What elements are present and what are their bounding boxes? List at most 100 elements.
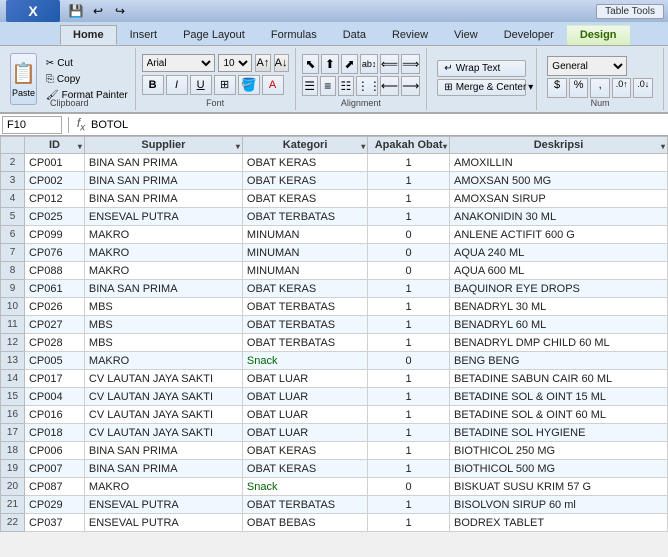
cell-apakah-obat[interactable]: 0: [368, 226, 450, 244]
cell-supplier[interactable]: BINA SAN PRIMA: [84, 172, 242, 190]
tab-page-layout[interactable]: Page Layout: [170, 25, 258, 45]
cell-deskripsi[interactable]: BENADRYL 60 ML: [449, 316, 667, 334]
cell-kategori[interactable]: OBAT LUAR: [242, 406, 367, 424]
align-top-left-button[interactable]: ⬉: [302, 54, 320, 74]
cell-apakah-obat[interactable]: 1: [368, 172, 450, 190]
cell-supplier[interactable]: BINA SAN PRIMA: [84, 190, 242, 208]
cell-apakah-obat[interactable]: 1: [368, 154, 450, 172]
tab-view[interactable]: View: [441, 25, 491, 45]
align-top-right-button[interactable]: ⬈: [341, 54, 359, 74]
cell-deskripsi[interactable]: BENADRYL 30 ML: [449, 298, 667, 316]
filter-arrow-a[interactable]: ▾: [78, 142, 82, 151]
cell-apakah-obat[interactable]: 0: [368, 262, 450, 280]
filter-arrow-e[interactable]: ▾: [661, 142, 665, 151]
cell-kategori[interactable]: OBAT LUAR: [242, 370, 367, 388]
cell-supplier[interactable]: MBS: [84, 298, 242, 316]
cell-deskripsi[interactable]: BISKUAT SUSU KRIM 57 G: [449, 478, 667, 496]
align-top-center-button[interactable]: ⬆: [321, 54, 339, 74]
cell-kategori[interactable]: OBAT TERBATAS: [242, 208, 367, 226]
tab-data[interactable]: Data: [330, 25, 379, 45]
cell-apakah-obat[interactable]: 1: [368, 460, 450, 478]
cell-apakah-obat[interactable]: 1: [368, 442, 450, 460]
cell-reference-input[interactable]: [2, 116, 62, 134]
formula-input[interactable]: [91, 119, 666, 131]
cell-kategori[interactable]: Snack: [242, 352, 367, 370]
cell-apakah-obat[interactable]: 0: [368, 478, 450, 496]
row-number[interactable]: 4: [1, 190, 25, 208]
dollar-button[interactable]: $: [547, 78, 567, 98]
row-number[interactable]: 16: [1, 406, 25, 424]
col-header-a[interactable]: ID ▾: [24, 137, 84, 154]
cell-supplier[interactable]: BINA SAN PRIMA: [84, 154, 242, 172]
cell-kategori[interactable]: OBAT KERAS: [242, 442, 367, 460]
row-number[interactable]: 2: [1, 154, 25, 172]
cell-apakah-obat[interactable]: 1: [368, 424, 450, 442]
cell-kategori[interactable]: OBAT LUAR: [242, 388, 367, 406]
row-number[interactable]: 7: [1, 244, 25, 262]
cell-supplier[interactable]: ENSEVAL PUTRA: [84, 208, 242, 226]
cell-deskripsi[interactable]: BIOTHICOL 500 MG: [449, 460, 667, 478]
row-number[interactable]: 18: [1, 442, 25, 460]
cell-kategori[interactable]: OBAT TERBATAS: [242, 334, 367, 352]
tab-developer[interactable]: Developer: [491, 25, 567, 45]
cell-supplier[interactable]: MAKRO: [84, 352, 242, 370]
align-center-button[interactable]: ≡: [320, 76, 336, 96]
indent-increase-button[interactable]: ⟹: [401, 54, 420, 74]
cell-supplier[interactable]: MAKRO: [84, 226, 242, 244]
cell-deskripsi[interactable]: BETADINE SABUN CAIR 60 ML: [449, 370, 667, 388]
cell-id[interactable]: CP029: [24, 496, 84, 514]
align-left-button[interactable]: ☰: [302, 76, 318, 96]
cell-id[interactable]: CP018: [24, 424, 84, 442]
cell-apakah-obat[interactable]: 0: [368, 244, 450, 262]
row-number[interactable]: 11: [1, 316, 25, 334]
cell-deskripsi[interactable]: AMOXSAN 500 MG: [449, 172, 667, 190]
italic-button[interactable]: I: [166, 75, 188, 95]
cell-apakah-obat[interactable]: 1: [368, 514, 450, 532]
redo-button[interactable]: ↪: [110, 2, 130, 20]
cell-id[interactable]: CP007: [24, 460, 84, 478]
cell-apakah-obat[interactable]: 1: [368, 316, 450, 334]
row-number[interactable]: 19: [1, 460, 25, 478]
cell-id[interactable]: CP005: [24, 352, 84, 370]
cell-id[interactable]: CP016: [24, 406, 84, 424]
cell-id[interactable]: CP076: [24, 244, 84, 262]
cell-id[interactable]: CP028: [24, 334, 84, 352]
comma-button[interactable]: ,: [590, 78, 610, 98]
cell-id[interactable]: CP037: [24, 514, 84, 532]
cell-deskripsi[interactable]: AQUA 240 ML: [449, 244, 667, 262]
cell-deskripsi[interactable]: BIOTHICOL 250 MG: [449, 442, 667, 460]
wrap-text-button[interactable]: ↵ Wrap Text: [437, 60, 526, 77]
cell-deskripsi[interactable]: AMOXILLIN: [449, 154, 667, 172]
cell-id[interactable]: CP002: [24, 172, 84, 190]
cell-apakah-obat[interactable]: 1: [368, 334, 450, 352]
align-right-button[interactable]: ☷: [338, 76, 354, 96]
cell-deskripsi[interactable]: ANLENE ACTIFIT 600 G: [449, 226, 667, 244]
filter-arrow-b[interactable]: ▾: [236, 142, 240, 151]
cell-id[interactable]: CP099: [24, 226, 84, 244]
cell-deskripsi[interactable]: BETADINE SOL & OINT 15 ML: [449, 388, 667, 406]
cell-kategori[interactable]: OBAT LUAR: [242, 424, 367, 442]
cell-id[interactable]: CP088: [24, 262, 84, 280]
cell-supplier[interactable]: ENSEVAL PUTRA: [84, 514, 242, 532]
row-number[interactable]: 9: [1, 280, 25, 298]
row-number[interactable]: 13: [1, 352, 25, 370]
row-number[interactable]: 12: [1, 334, 25, 352]
row-number[interactable]: 17: [1, 424, 25, 442]
cell-kategori[interactable]: OBAT KERAS: [242, 460, 367, 478]
cell-id[interactable]: CP006: [24, 442, 84, 460]
cell-deskripsi[interactable]: BENG BENG: [449, 352, 667, 370]
merge-center-button[interactable]: ⊞ Merge & Center ▾: [437, 79, 526, 96]
justify-button[interactable]: ⋮⋮: [356, 76, 378, 96]
orient-button[interactable]: ab↕: [360, 54, 378, 74]
cell-supplier[interactable]: BINA SAN PRIMA: [84, 280, 242, 298]
cell-deskripsi[interactable]: BAQUINOR EYE DROPS: [449, 280, 667, 298]
row-number[interactable]: 8: [1, 262, 25, 280]
border-button[interactable]: ⊞: [214, 75, 236, 95]
cell-apakah-obat[interactable]: 0: [368, 352, 450, 370]
col-header-d[interactable]: Apakah Obat ▾: [368, 137, 450, 154]
cell-supplier[interactable]: BINA SAN PRIMA: [84, 442, 242, 460]
copy-button[interactable]: ⎘ Copy: [41, 72, 133, 87]
font-family-select[interactable]: Arial: [142, 54, 216, 72]
cell-supplier[interactable]: MBS: [84, 334, 242, 352]
font-color-button[interactable]: A: [262, 75, 284, 95]
